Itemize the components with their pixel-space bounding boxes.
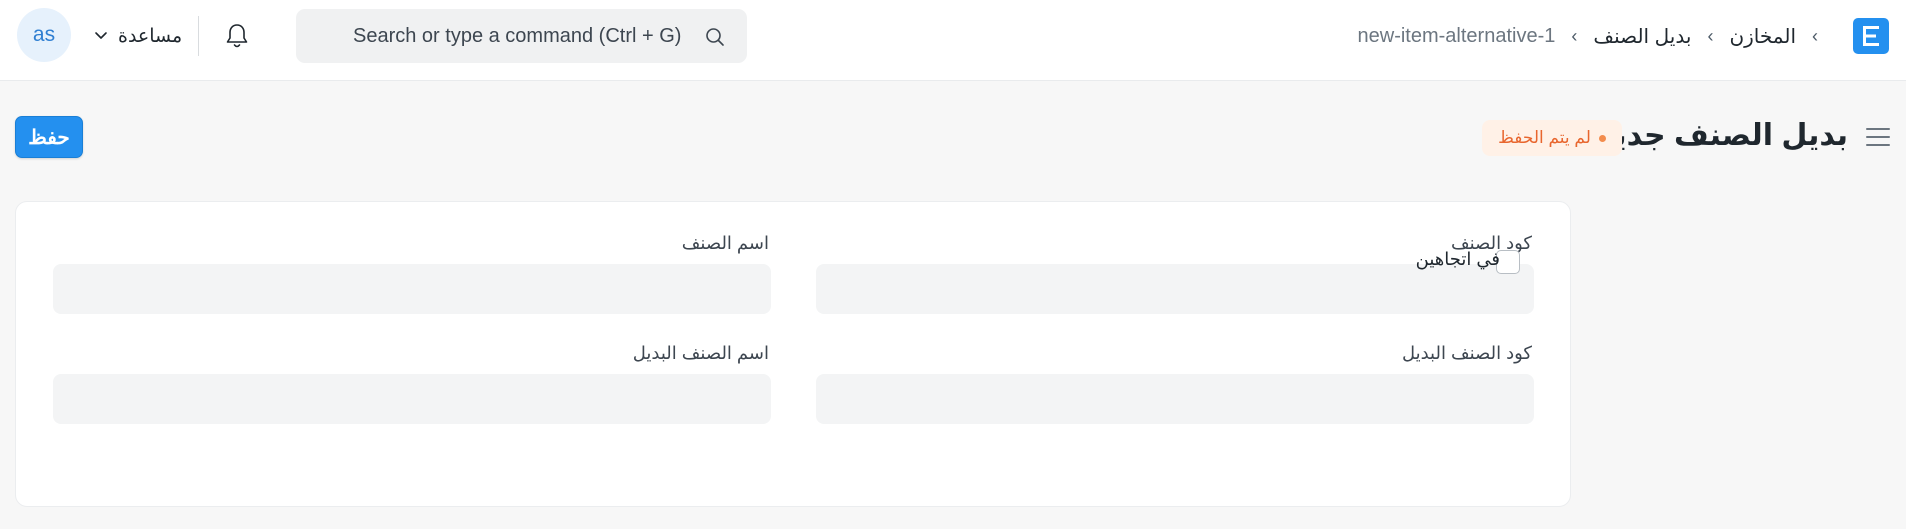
status-badge: لم يتم الحفظ: [1482, 120, 1622, 156]
navbar-divider: [198, 16, 199, 56]
alternative-item-code-field[interactable]: [816, 374, 1534, 424]
search-input[interactable]: Search or type a command (Ctrl + G): [296, 9, 747, 63]
user-avatar[interactable]: as: [17, 8, 71, 62]
status-dot-icon: [1598, 134, 1606, 142]
item-code-field[interactable]: [816, 264, 1534, 314]
page-title: بديل الصنف جديد: [1598, 119, 1848, 152]
search-placeholder: Search or type a command (Ctrl + G): [353, 24, 682, 47]
alternative-item-code-label: كود الصنف البديل: [1401, 343, 1532, 363]
breadcrumb-item-item-alternative[interactable]: بديل الصنف: [1593, 24, 1691, 49]
help-label: مساعدة: [118, 25, 183, 47]
breadcrumb-item-current: new-item-alternative-1: [1357, 24, 1556, 47]
help-dropdown[interactable]: مساعدة: [94, 22, 182, 50]
save-button[interactable]: حفظ: [15, 116, 83, 158]
app-logo[interactable]: [1853, 18, 1889, 54]
status-text: لم يتم الحفظ: [1498, 128, 1591, 147]
item-name-field[interactable]: [53, 264, 771, 314]
breadcrumb: › المخازن › بديل الصنف › new-item-altern…: [1358, 22, 1835, 50]
erpnext-logo-icon: [1863, 26, 1879, 46]
chevron-down-icon: [95, 32, 107, 39]
alternative-item-name-field[interactable]: [53, 374, 771, 424]
breadcrumb-separator-icon: ›: [1812, 25, 1818, 46]
sidebar-toggle-menu-icon[interactable]: [1865, 125, 1891, 149]
navbar: › المخازن › بديل الصنف › new-item-altern…: [0, 0, 1906, 81]
two-way-label[interactable]: في اتجاهين: [1416, 249, 1500, 270]
search-icon: [706, 28, 724, 46]
form-card: كود الصنف اسم الصنف كود الصنف البديل اسم…: [15, 201, 1571, 507]
breadcrumb-separator-icon: ›: [1707, 25, 1714, 46]
item-name-label: اسم الصنف: [681, 233, 769, 253]
alternative-item-name-label: اسم الصنف البديل: [632, 343, 769, 363]
breadcrumb-separator-icon: ›: [1571, 25, 1578, 46]
breadcrumb-item-stock[interactable]: المخازن: [1729, 24, 1796, 49]
notifications-bell-icon[interactable]: [222, 20, 252, 52]
